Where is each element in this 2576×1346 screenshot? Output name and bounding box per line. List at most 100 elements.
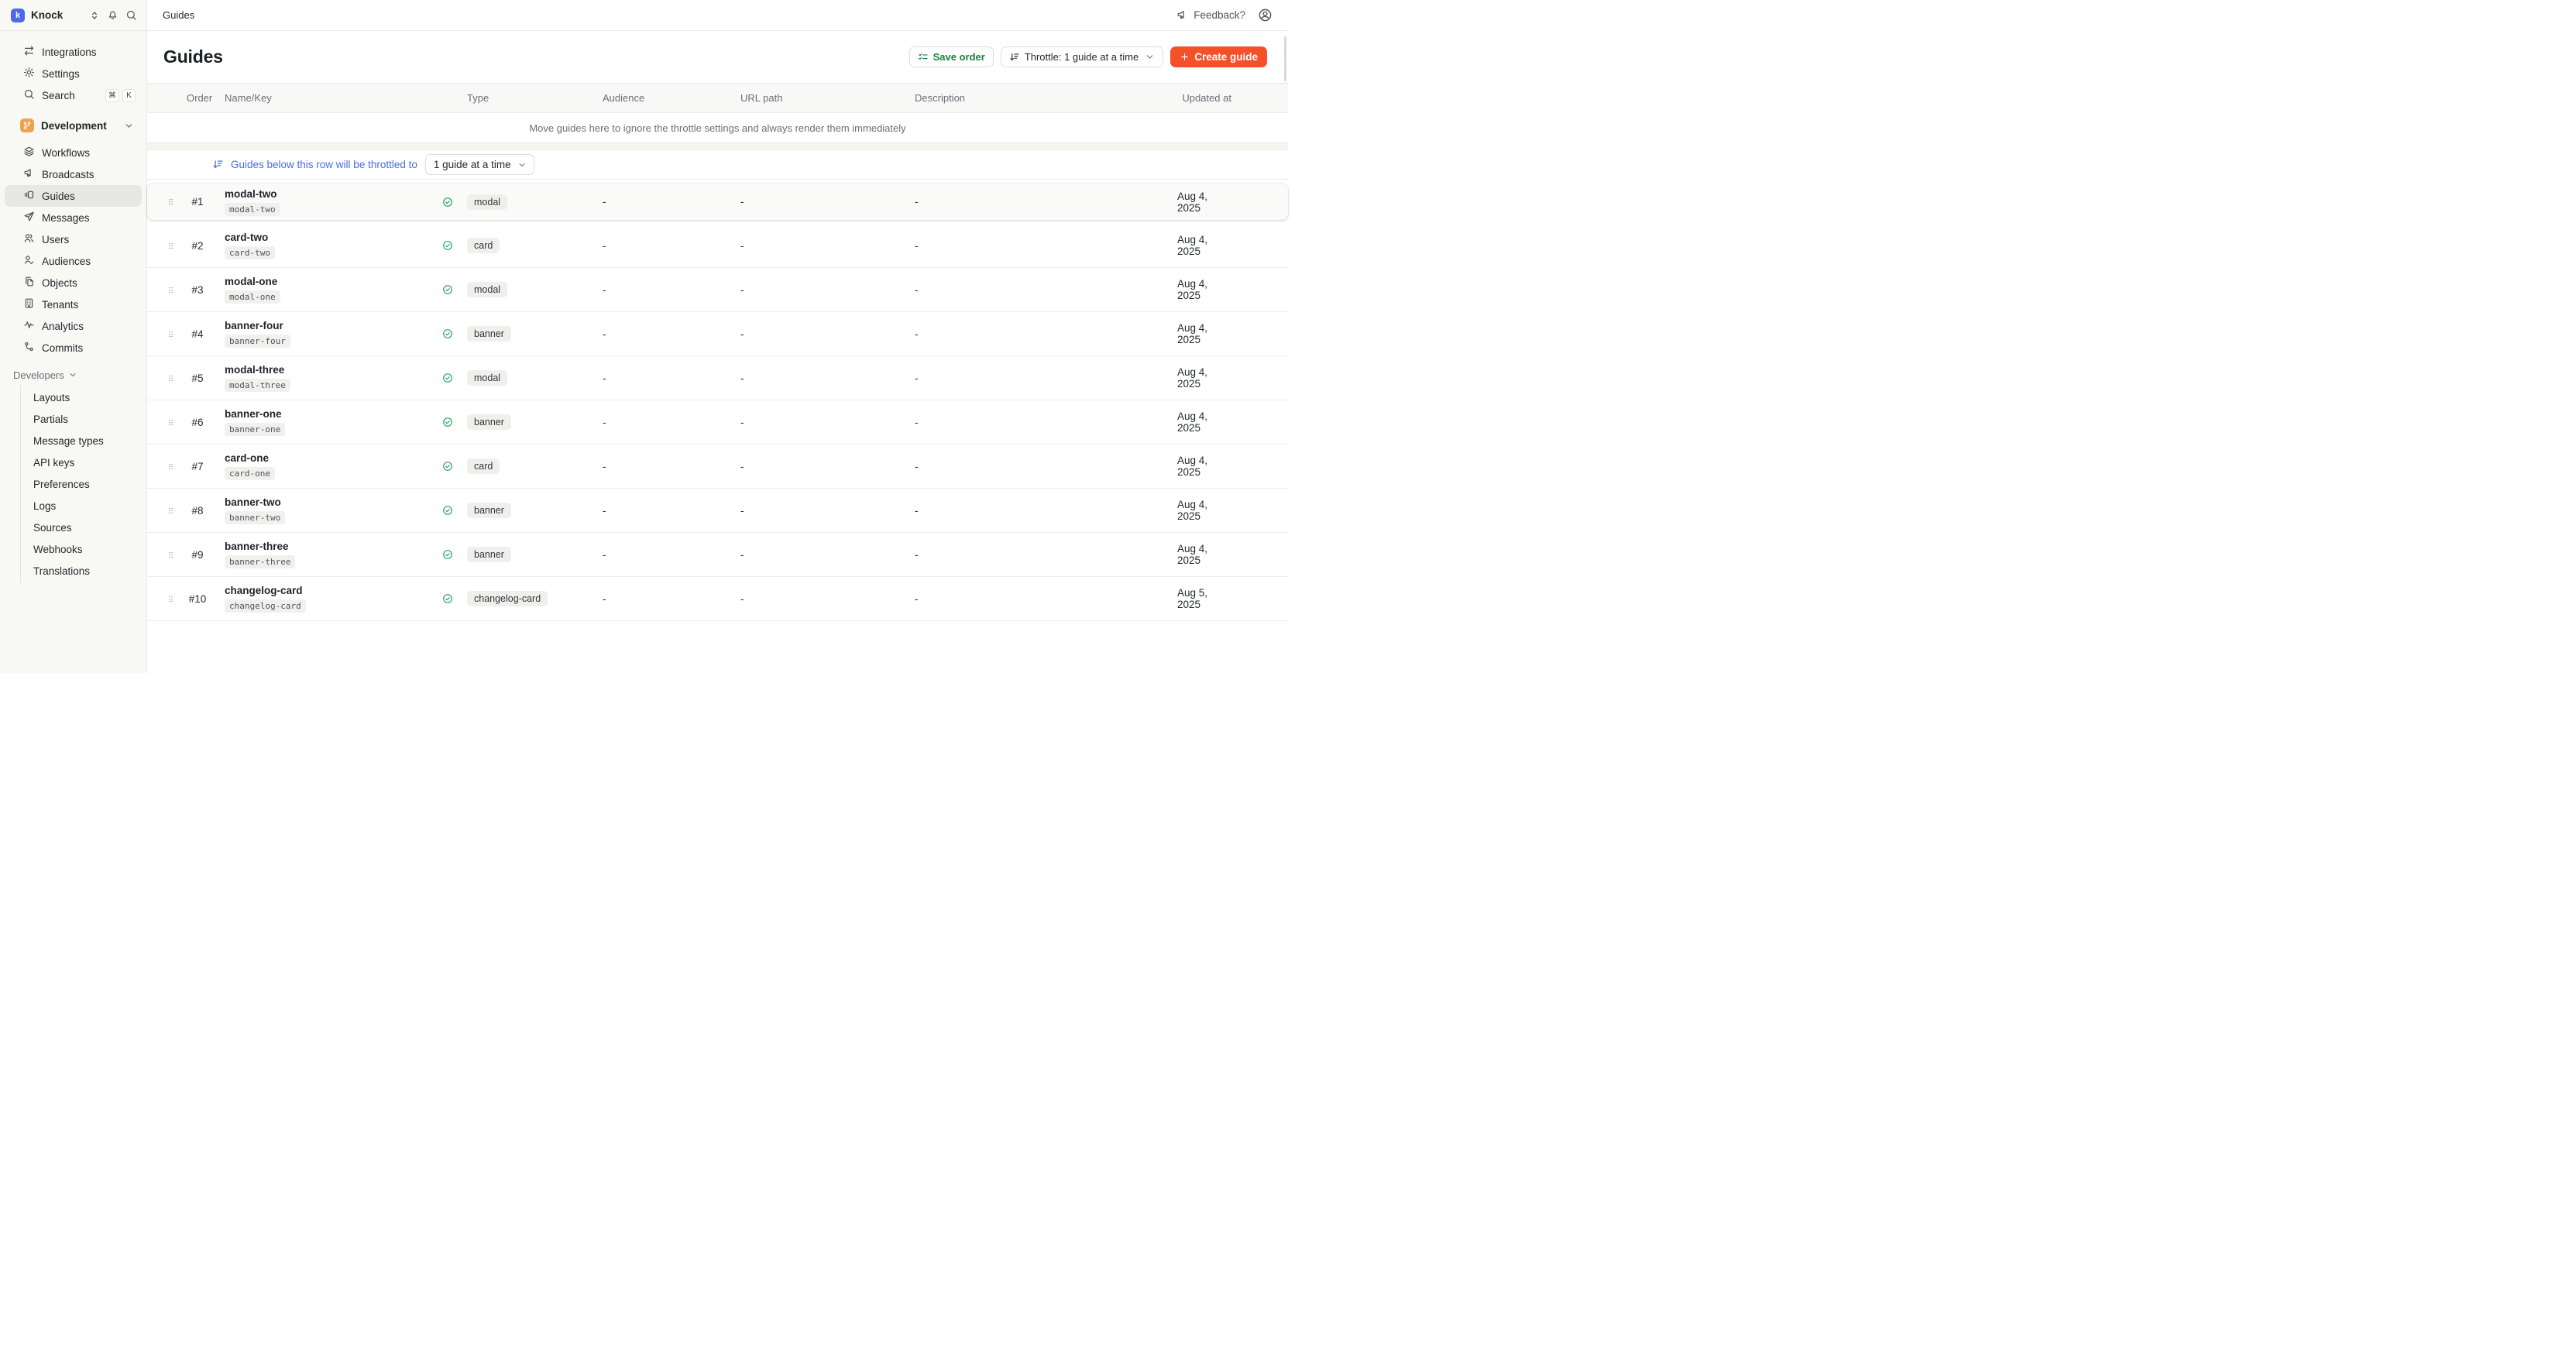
drag-handle-icon[interactable] — [147, 196, 187, 208]
guide-description: - — [908, 240, 1177, 252]
drag-handle-icon[interactable] — [147, 549, 187, 561]
guide-url-path: - — [734, 240, 908, 252]
guide-updated-at: Aug 4, 2025 — [1177, 366, 1288, 390]
guide-type-badge: banner — [467, 326, 511, 342]
create-guide-button[interactable]: Create guide — [1170, 46, 1267, 67]
drag-handle-icon[interactable] — [147, 373, 187, 384]
guide-key-badge: banner-three — [225, 555, 295, 568]
checklist-icon — [918, 52, 929, 63]
guide-name-key: modal-one modal-one — [208, 276, 438, 304]
guide-order: #7 — [187, 461, 208, 472]
table-row[interactable]: #7 card-one card-one card - - - Aug 4, 2… — [147, 445, 1288, 489]
sidebar-item-settings[interactable]: Settings — [5, 63, 142, 84]
sidebar-item-integrations[interactable]: Integrations — [5, 41, 142, 63]
guide-audience: - — [596, 417, 734, 428]
throttle-dropdown-button[interactable]: Throttle: 1 guide at a time — [1001, 46, 1163, 67]
table-row[interactable]: #2 card-two card-two card - - - Aug 4, 2… — [147, 224, 1288, 268]
guide-audience: - — [596, 328, 734, 340]
sidebar-item-broadcasts[interactable]: Broadcasts — [5, 163, 142, 185]
guide-type-cell: changelog-card — [457, 591, 596, 606]
unthrottled-dropzone[interactable]: Move guides here to ignore the throttle … — [147, 113, 1288, 142]
account-avatar-button[interactable] — [1258, 8, 1273, 22]
sidebar-item-translations[interactable]: Translations — [21, 560, 146, 582]
guide-type-cell: modal — [457, 194, 596, 210]
guide-audience: - — [596, 284, 734, 296]
guide-audience: - — [596, 505, 734, 517]
sidebar-item-logs[interactable]: Logs — [21, 495, 146, 517]
sidebar-item-label: Workflows — [42, 147, 90, 159]
page-header: Guides Save order Throttle: 1 guide at a… — [147, 31, 1288, 83]
workspace-name: Knock — [31, 9, 83, 21]
sidebar-item-layouts[interactable]: Layouts — [21, 386, 146, 408]
guide-url-path: - — [734, 328, 908, 340]
drag-handle-icon[interactable] — [147, 417, 187, 428]
guide-updated-at: Aug 4, 2025 — [1177, 322, 1288, 345]
table-row[interactable]: #3 modal-one modal-one modal - - - Aug 4… — [147, 268, 1288, 312]
sidebar-item-users[interactable]: Users — [5, 228, 142, 250]
sidebar-item-workflows[interactable]: Workflows — [5, 142, 142, 163]
sidebar-item-sources[interactable]: Sources — [21, 517, 146, 538]
send-icon — [23, 211, 35, 225]
table-row[interactable]: #6 banner-one banner-one banner - - - Au… — [147, 400, 1288, 445]
table-row[interactable]: #1 modal-two modal-two modal - - - Aug 4… — [147, 184, 1288, 220]
sidebar-item-label: Broadcasts — [42, 169, 94, 180]
notifications-bell-icon[interactable] — [107, 9, 118, 21]
drag-handle-icon[interactable] — [147, 240, 187, 252]
sort-descending-icon — [1009, 52, 1020, 63]
guide-key-badge: changelog-card — [225, 599, 306, 613]
drag-handle-icon[interactable] — [147, 593, 187, 605]
sidebar-item-commits[interactable]: Commits — [5, 337, 142, 359]
sidebar-item-objects[interactable]: Objects — [5, 272, 142, 294]
guide-type-badge: changelog-card — [467, 591, 548, 606]
sidebar-item-api-keys[interactable]: API keys — [21, 452, 146, 473]
feedback-button[interactable]: Feedback? — [1176, 9, 1245, 21]
table-row[interactable]: #4 banner-four banner-four banner - - - … — [147, 312, 1288, 356]
guide-url-path: - — [734, 417, 908, 428]
save-order-button[interactable]: Save order — [909, 46, 994, 67]
sidebar-item-message-types[interactable]: Message types — [21, 430, 146, 452]
table-row[interactable]: #8 banner-two banner-two banner - - - Au… — [147, 489, 1288, 533]
throttle-divider-link[interactable]: Guides below this row will be throttled … — [212, 159, 417, 170]
workspace-updown-icon[interactable] — [89, 10, 100, 21]
throttle-amount-select[interactable]: 1 guide at a time — [425, 154, 534, 175]
search-icon[interactable] — [125, 9, 137, 21]
sidebar-item-preferences[interactable]: Preferences — [21, 473, 146, 495]
sidebar-item-audiences[interactable]: Audiences — [5, 250, 142, 272]
guides-icon — [23, 189, 35, 203]
table-header: Order Name/Key Type Audience URL path De… — [147, 83, 1288, 113]
active-status-check-icon — [438, 461, 457, 472]
drag-handle-icon[interactable] — [147, 461, 187, 472]
guide-updated-at: Aug 4, 2025 — [1177, 543, 1288, 566]
guide-audience: - — [596, 461, 734, 472]
sidebar-item-guides[interactable]: Guides — [5, 185, 142, 207]
sidebar-item-webhooks[interactable]: Webhooks — [21, 538, 146, 560]
guide-type-badge: banner — [467, 503, 511, 518]
table-row[interactable]: #10 changelog-card changelog-card change… — [147, 577, 1288, 621]
sidebar-item-label: Search — [42, 90, 75, 101]
drag-handle-icon[interactable] — [147, 505, 187, 517]
sidebar-item-messages[interactable]: Messages — [5, 207, 142, 228]
sidebar-item-analytics[interactable]: Analytics — [5, 315, 142, 337]
drag-handle-icon[interactable] — [147, 284, 187, 296]
guide-name-key: banner-three banner-three — [208, 541, 438, 568]
table-row[interactable]: #9 banner-three banner-three banner - - … — [147, 533, 1288, 577]
guide-key-badge: modal-three — [225, 379, 290, 392]
guide-name-key: banner-one banner-one — [208, 408, 438, 436]
environment-switcher[interactable]: Development — [5, 114, 142, 137]
sidebar-item-partials[interactable]: Partials — [21, 408, 146, 430]
sidebar-item-tenants[interactable]: Tenants — [5, 294, 142, 315]
guide-type-badge: card — [467, 458, 500, 474]
guide-type-cell: banner — [457, 326, 596, 342]
developers-section-toggle[interactable]: Developers — [0, 365, 146, 385]
sidebar-item-search[interactable]: Search ⌘ K — [5, 84, 142, 106]
integrations-icon — [23, 45, 35, 59]
table-row[interactable]: #5 modal-three modal-three modal - - - A… — [147, 356, 1288, 400]
guide-type-cell: banner — [457, 414, 596, 430]
vertical-scrollbar[interactable] — [1284, 36, 1286, 81]
guide-description: - — [908, 196, 1177, 208]
guide-type-badge: modal — [467, 194, 507, 210]
drag-handle-icon[interactable] — [147, 328, 187, 340]
workspace-switcher[interactable]: k Knock — [0, 0, 146, 31]
k-key: K — [122, 89, 136, 102]
guide-order: #4 — [187, 328, 208, 340]
